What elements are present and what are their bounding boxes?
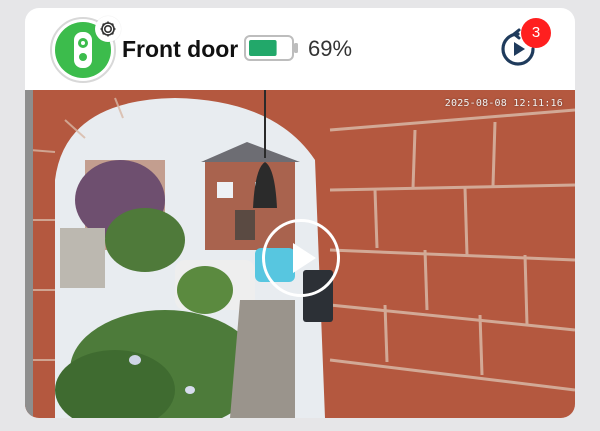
play-icon (293, 243, 316, 273)
camera-settings-button[interactable] (95, 16, 121, 42)
battery-level-fill (249, 40, 277, 56)
camera-header: Front door 69% 3 (25, 8, 575, 90)
gear-icon (100, 21, 116, 37)
notification-count-badge: 3 (521, 18, 551, 48)
live-view-snapshot[interactable]: 2025-08-08 12:11:16 (25, 90, 575, 418)
battery-percentage: 69% (308, 36, 353, 61)
play-button[interactable] (262, 219, 340, 297)
battery-icon (244, 35, 298, 61)
camera-card: Front door 69% 3 2025-08-08 12:11:16 (25, 8, 575, 418)
camera-name: Front door (122, 36, 239, 62)
video-timestamp: 2025-08-08 12:11:16 (444, 98, 563, 109)
